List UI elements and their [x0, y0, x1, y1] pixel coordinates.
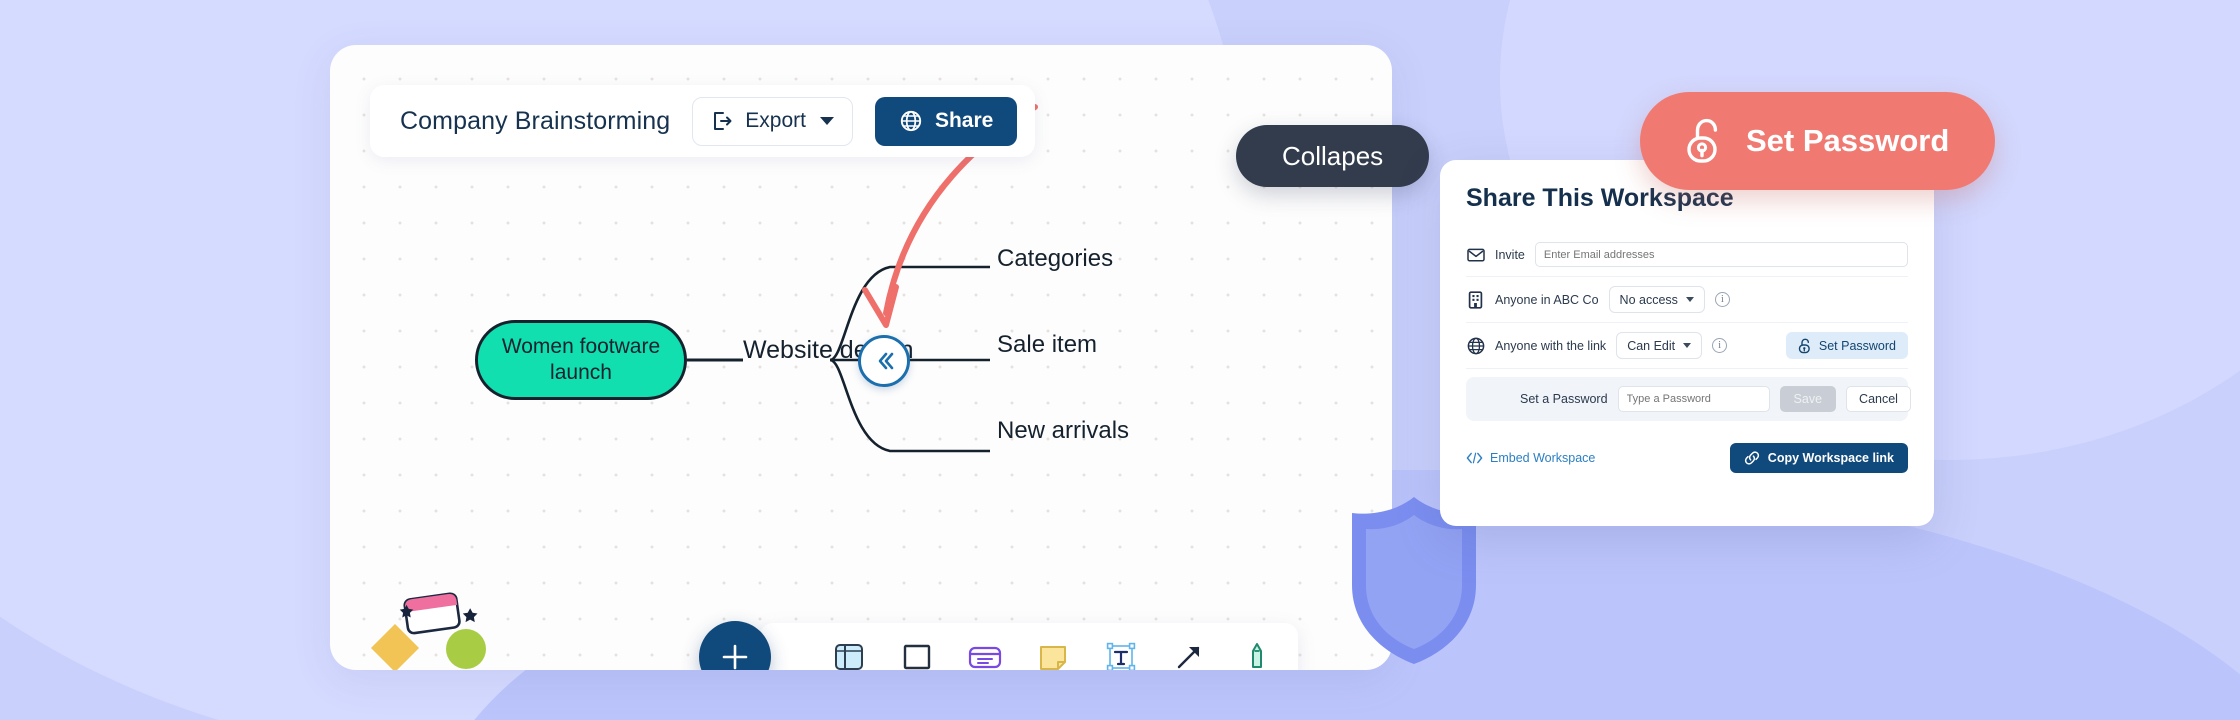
frame-icon — [835, 643, 863, 670]
sticky-note-tool-button[interactable] — [1034, 638, 1072, 671]
link-access-row: Anyone with the link Can Edit i Set Pass… — [1466, 323, 1908, 369]
collapse-tooltip-pill[interactable]: Collapes — [1236, 125, 1430, 187]
share-button[interactable]: Share — [874, 96, 1018, 146]
chevron-down-icon — [1685, 297, 1694, 302]
square-tool-button[interactable] — [898, 638, 936, 671]
cancel-password-button[interactable]: Cancel — [1846, 386, 1911, 412]
link-icon — [1744, 451, 1759, 465]
arrow-icon — [1177, 646, 1200, 668]
text-icon — [1106, 642, 1136, 670]
org-permission-select[interactable]: No access — [1608, 286, 1705, 313]
link-permission-value: Can Edit — [1627, 338, 1676, 353]
chevron-double-left-icon — [878, 352, 894, 370]
copy-workspace-link-label: Copy Workspace link — [1767, 451, 1894, 465]
square-icon — [903, 644, 931, 669]
frame-tool-button[interactable] — [830, 638, 868, 671]
set-password-button[interactable]: Set Password — [1785, 332, 1908, 359]
building-icon — [1466, 290, 1485, 309]
export-button[interactable]: Export — [692, 96, 853, 146]
board-toolbar: Company Brainstorming Export Share — [370, 85, 1036, 157]
plus-icon — [722, 644, 748, 670]
embed-workspace-label: Embed Workspace — [1490, 451, 1596, 465]
set-password-label: Set a Password — [1520, 392, 1608, 406]
share-button-label: Share — [934, 109, 994, 132]
embed-workspace-link[interactable]: Embed Workspace — [1466, 451, 1595, 465]
link-permission-select[interactable]: Can Edit — [1616, 332, 1703, 359]
mindmap-node-categories[interactable]: Categories — [997, 245, 1113, 273]
mindmap-node-categories-label: Categories — [997, 245, 1114, 272]
fab-decorations — [370, 592, 486, 670]
set-password-badge-label: Set Password — [1746, 123, 1950, 158]
collapse-tooltip-label: Collapes — [1282, 140, 1384, 171]
org-info-icon[interactable]: i — [1714, 292, 1730, 307]
collapse-toggle-button[interactable] — [858, 335, 910, 387]
globe-icon — [1466, 336, 1485, 355]
highlighter-icon — [1252, 642, 1262, 668]
envelope-icon — [1466, 245, 1485, 264]
unlock-icon — [1798, 338, 1810, 353]
mindmap-root-label: Women footware launch — [501, 335, 661, 384]
org-access-row: Anyone in ABC Co No access i — [1466, 277, 1908, 323]
export-icon — [714, 112, 732, 130]
tool-dock — [760, 623, 1298, 670]
set-password-highlight-badge[interactable]: Set Password — [1640, 92, 1996, 190]
card-icon — [968, 646, 1002, 668]
share-dialog-footer: Embed Workspace Copy Workspace link — [1466, 443, 1908, 473]
board-title: Company Brainstorming — [400, 106, 671, 135]
code-brackets-icon — [1466, 452, 1483, 464]
whiteboard-canvas[interactable]: Women footware launch Website design Cat… — [330, 45, 1392, 670]
invite-label: Invite — [1495, 247, 1525, 262]
card-tool-button[interactable] — [966, 638, 1004, 671]
mindmap-node-new-arrivals-label: New arrivals — [997, 417, 1130, 444]
mindmap-node-sale-item-label: Sale item — [997, 331, 1098, 358]
globe-icon — [900, 110, 922, 132]
link-info-icon[interactable]: i — [1712, 338, 1728, 353]
unlock-icon — [1687, 118, 1718, 163]
link-access-label: Anyone with the link — [1495, 338, 1607, 353]
invite-row: Invite — [1466, 233, 1908, 277]
chevron-down-icon — [819, 117, 834, 125]
invite-email-input[interactable] — [1534, 242, 1908, 267]
password-input[interactable] — [1617, 386, 1770, 412]
set-password-row: Set a Password Save Cancel — [1466, 377, 1911, 421]
highlighter-tool-button[interactable] — [1238, 638, 1276, 671]
export-button-label: Export — [745, 109, 806, 132]
save-password-button[interactable]: Save — [1779, 386, 1837, 412]
sticky-note-icon — [1040, 645, 1066, 670]
org-permission-value: No access — [1619, 292, 1678, 307]
org-access-label: Anyone in ABC Co — [1495, 292, 1599, 307]
set-password-button-label: Set Password — [1818, 338, 1896, 353]
copy-workspace-link-button[interactable]: Copy Workspace link — [1729, 443, 1908, 473]
chevron-down-icon — [1683, 343, 1692, 348]
mindmap-node-new-arrivals[interactable]: New arrivals — [997, 417, 1129, 445]
text-tool-button[interactable] — [1102, 638, 1140, 670]
share-workspace-dialog: Share This Workspace Invite Enter Email … — [1440, 160, 1934, 526]
app-screenshot: Women footware launch Website design Cat… — [0, 0, 2240, 720]
arrow-tool-button[interactable] — [1170, 638, 1208, 671]
mindmap-node-sale-item[interactable]: Sale item — [997, 331, 1097, 359]
mindmap-root-node[interactable]: Women footware launch — [475, 320, 687, 400]
